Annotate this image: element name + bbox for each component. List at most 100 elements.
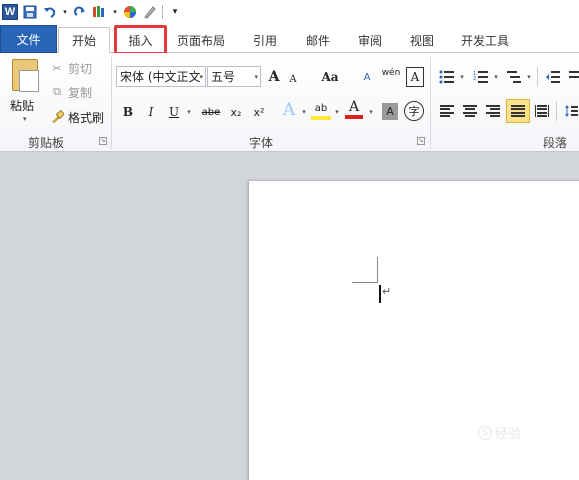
underline-button[interactable]: U — [166, 102, 182, 122]
decrease-indent-button[interactable] — [544, 67, 562, 87]
tab-page-layout[interactable]: 页面布局 — [170, 28, 232, 53]
color-wheel-icon[interactable] — [122, 4, 138, 20]
cut-button[interactable]: ✂ 剪切 — [50, 58, 92, 78]
phonetic-guide-button[interactable]: wén — [380, 63, 402, 83]
chevron-down-icon[interactable]: ▾ — [254, 73, 258, 81]
change-case-button[interactable]: Aa — [318, 67, 342, 87]
subscript-button[interactable]: x₂ — [226, 102, 246, 122]
ribbon-home: 粘贴 ▾ ✂ 剪切 ⧉ 复制 格式刷 剪贴板 ↘ 宋体 (中文正文 ▾ 五号 ▾… — [0, 53, 579, 152]
paragraph-group-label: 段落 — [543, 136, 568, 150]
tab-home[interactable]: 开始 — [58, 27, 110, 53]
align-center-icon — [463, 105, 477, 117]
distributed-button[interactable] — [533, 101, 551, 121]
copy-label: 复制 — [68, 85, 93, 100]
divider — [162, 5, 163, 19]
font-name-combo[interactable]: 宋体 (中文正文 ▾ — [116, 66, 206, 87]
scissors-icon: ✂ — [52, 61, 62, 75]
undo-icon[interactable] — [42, 4, 58, 20]
divider — [111, 57, 112, 149]
tab-file[interactable]: 文件 — [0, 25, 57, 53]
bold-button[interactable]: B — [120, 102, 136, 122]
chevron-down-icon[interactable]: ▾ — [199, 73, 203, 81]
tab-review[interactable]: 审阅 — [350, 28, 390, 53]
paste-button[interactable]: 粘贴 ▾ — [6, 57, 44, 123]
tab-view[interactable]: 视图 — [402, 28, 442, 53]
clear-formatting-button[interactable]: A — [358, 67, 376, 87]
brush-icon — [50, 110, 64, 124]
tab-references[interactable]: 引用 — [245, 28, 285, 53]
watermark-badge-icon: S — [478, 425, 492, 440]
multilevel-list-button[interactable] — [505, 67, 523, 87]
enclose-characters-button[interactable]: 字 — [404, 101, 424, 121]
text-effects-button[interactable]: A — [279, 100, 299, 120]
divider — [537, 67, 538, 87]
align-left-icon — [440, 105, 454, 117]
crop-mark — [377, 257, 378, 283]
cut-label: 剪切 — [68, 61, 93, 76]
justify-button[interactable] — [506, 99, 530, 123]
distributed-icon — [535, 105, 549, 117]
crop-mark — [352, 282, 378, 283]
chevron-down-icon[interactable]: ▾ — [300, 102, 308, 122]
strikethrough-button[interactable]: abe — [199, 102, 223, 122]
watermark: S 经验 — [478, 423, 521, 442]
grow-font-button[interactable]: A — [265, 67, 283, 87]
align-center-button[interactable] — [461, 101, 479, 121]
copy-button[interactable]: ⧉ 复制 — [50, 82, 92, 102]
justify-icon — [511, 105, 525, 117]
text-cursor — [379, 285, 381, 303]
chevron-down-icon[interactable]: ▾ — [458, 67, 466, 87]
pen-icon[interactable] — [142, 4, 158, 20]
font-name-value: 宋体 (中文正文 — [120, 70, 201, 84]
clipboard-group-label: 剪贴板 — [28, 136, 65, 150]
chevron-down-icon[interactable]: ▾ — [367, 102, 375, 122]
chevron-down-icon[interactable]: ▾ — [185, 102, 193, 122]
align-right-icon — [486, 105, 500, 117]
format-painter-label: 格式刷 — [68, 110, 105, 125]
bullets-button[interactable] — [438, 67, 456, 87]
svg-text:2: 2 — [473, 76, 476, 82]
format-painter-button[interactable]: 格式刷 — [50, 107, 104, 127]
chevron-down-icon[interactable]: ▾ — [333, 102, 341, 122]
quick-access-toolbar: W ▾ ▾ ▾ — [0, 0, 579, 24]
tab-insert[interactable]: 插入 — [114, 25, 167, 55]
save-icon[interactable] — [22, 4, 38, 20]
dialog-launcher-icon[interactable]: ↘ — [99, 137, 107, 145]
customize-qat-icon[interactable]: ▾ — [167, 4, 183, 20]
clipboard-icon — [12, 59, 39, 92]
highlight-button[interactable]: ab — [311, 100, 331, 120]
format-painter-qat-icon[interactable] — [92, 4, 108, 20]
chevron-down-icon[interactable]: ▾ — [492, 67, 500, 87]
dialog-launcher-icon[interactable]: ↘ — [417, 137, 425, 145]
divider — [430, 57, 431, 149]
tab-developer[interactable]: 开发工具 — [452, 28, 518, 53]
paragraph-mark-icon: ↵ — [382, 285, 392, 298]
tab-mailings[interactable]: 邮件 — [298, 28, 338, 53]
align-right-button[interactable] — [484, 101, 502, 121]
paste-label: 粘贴 — [10, 99, 35, 113]
chevron-down-icon[interactable]: ▾ — [62, 4, 68, 20]
numbering-button[interactable]: 12 — [472, 67, 490, 87]
chevron-down-icon[interactable]: ▾ — [112, 4, 118, 20]
chevron-down-icon[interactable]: ▾ — [525, 67, 533, 87]
superscript-button[interactable]: x² — [249, 102, 269, 122]
ribbon-tab-bar: 文件 开始 插入 页面布局 引用 邮件 审阅 视图 开发工具 — [0, 24, 579, 55]
line-spacing-button[interactable] — [562, 101, 579, 121]
font-color-button[interactable]: A — [345, 99, 363, 119]
italic-button[interactable]: I — [143, 102, 159, 122]
align-left-button[interactable] — [438, 101, 456, 121]
character-shading-button[interactable]: A — [382, 103, 398, 120]
divider — [556, 101, 557, 121]
copy-icon: ⧉ — [53, 85, 61, 98]
character-border-button[interactable]: A — [406, 67, 424, 87]
chevron-down-icon[interactable]: ▾ — [23, 115, 27, 123]
font-size-value: 五号 — [211, 70, 236, 84]
font-group-label: 字体 — [249, 136, 274, 150]
word-logo-icon[interactable]: W — [2, 4, 18, 20]
document-page[interactable]: ↵ — [249, 181, 579, 480]
shrink-font-button[interactable]: A — [285, 69, 301, 89]
font-size-combo[interactable]: 五号 ▾ — [207, 66, 261, 87]
increase-indent-button[interactable] — [566, 67, 579, 87]
redo-icon[interactable] — [72, 4, 88, 20]
watermark-text: 经验 — [495, 427, 522, 442]
